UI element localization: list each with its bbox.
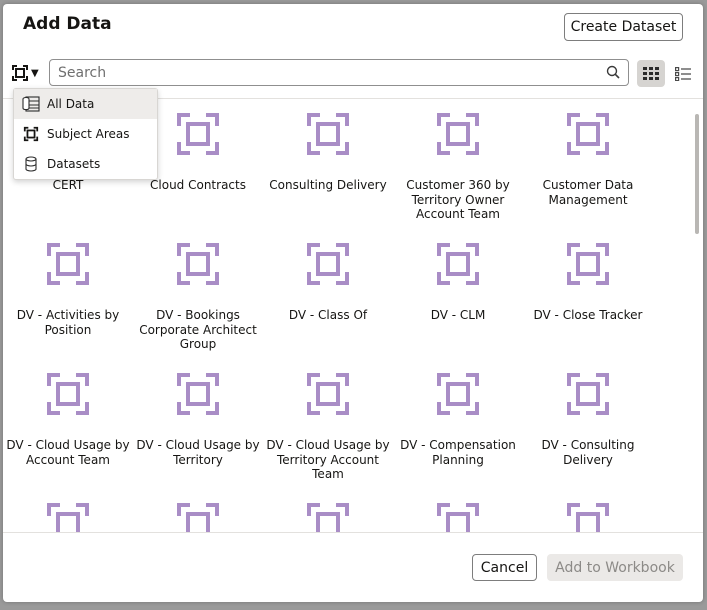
search-input[interactable]	[58, 63, 588, 83]
data-source-tile[interactable]	[263, 503, 393, 532]
data-source-tile[interactable]: Customer Data Management	[523, 113, 653, 207]
subject-area-icon	[133, 373, 263, 415]
tile-label: DV - Bookings Corporate Architect Group	[139, 308, 257, 351]
grid-icon	[643, 66, 659, 80]
tile-label: DV - Activities by Position	[16, 308, 120, 337]
subject-area-icon	[22, 126, 40, 142]
subject-area-icon	[523, 373, 653, 415]
subject-area-icon	[263, 113, 393, 155]
data-source-tile[interactable]: DV - Cloud Usage by Territory	[133, 373, 263, 467]
subject-area-icon	[523, 243, 653, 285]
list-view-button[interactable]	[669, 60, 697, 87]
menu-item-datasets[interactable]: Datasets	[14, 149, 157, 179]
tile-label: DV - Cloud Usage by Territory Account Te…	[266, 438, 390, 481]
all-data-icon	[22, 96, 40, 112]
subject-area-icon	[523, 113, 653, 155]
subject-area-icon	[133, 503, 263, 532]
data-source-tile[interactable]	[393, 503, 523, 532]
source-type-picker[interactable]: ▼	[11, 62, 45, 84]
create-dataset-button[interactable]: Create Dataset	[564, 13, 683, 41]
menu-item-label: Subject Areas	[47, 127, 130, 141]
data-source-tile[interactable]: DV - CLM	[393, 243, 523, 323]
list-icon	[675, 66, 691, 81]
subject-area-icon	[523, 503, 653, 532]
tile-label: Consulting Delivery	[269, 178, 387, 192]
search-field[interactable]	[49, 59, 629, 86]
tile-label: DV - Close Tracker	[533, 308, 643, 322]
cancel-button[interactable]: Cancel	[472, 554, 537, 581]
data-source-tile[interactable]: DV - Bookings Corporate Architect Group	[133, 243, 263, 352]
data-source-tile[interactable]: Consulting Delivery	[263, 113, 393, 193]
footer-divider	[3, 532, 703, 533]
subject-area-icon	[133, 243, 263, 285]
data-source-tile[interactable]	[133, 503, 263, 532]
menu-item-label: All Data	[47, 97, 95, 111]
subject-area-icon	[263, 243, 393, 285]
scrollbar-thumb[interactable]	[695, 114, 699, 234]
subject-area-icon	[393, 113, 523, 155]
grid-view-button[interactable]	[637, 60, 665, 87]
tile-label: DV - CLM	[430, 308, 486, 322]
data-source-tile[interactable]: DV - Consulting Delivery	[523, 373, 653, 467]
data-source-tile[interactable]: DV - Cloud Usage by Account Team	[3, 373, 133, 467]
subject-area-icon	[3, 243, 133, 285]
source-type-menu: All Data Subject Areas Datasets	[13, 88, 158, 180]
dialog-title: Add Data	[23, 14, 112, 34]
subject-area-icon	[393, 243, 523, 285]
add-data-dialog: Add Data Create Dataset ▼ Search CERT Cl…	[3, 4, 703, 602]
tile-label: DV - Class Of	[288, 308, 368, 322]
data-source-tile[interactable]: DV - Compensation Planning	[393, 373, 523, 467]
data-source-tile[interactable]: DV - Close Tracker	[523, 243, 653, 323]
data-source-tile[interactable]: Customer 360 by Territory Owner Account …	[393, 113, 523, 222]
menu-item-label: Datasets	[47, 157, 101, 171]
menu-item-all-data[interactable]: All Data	[14, 89, 157, 119]
tile-label: DV - Compensation Planning	[400, 438, 516, 467]
subject-area-icon	[263, 503, 393, 532]
data-source-tile[interactable]: DV - Class Of	[263, 243, 393, 323]
data-source-tile[interactable]: DV - Activities by Position	[3, 243, 133, 337]
subject-area-icon	[393, 503, 523, 532]
tile-label: DV - Cloud Usage by Account Team	[6, 438, 130, 467]
data-source-tile[interactable]	[3, 503, 133, 532]
tile-label: Cloud Contracts	[150, 178, 246, 192]
search-icon[interactable]	[606, 65, 620, 79]
data-source-tile[interactable]	[523, 503, 653, 532]
data-source-tile[interactable]: DV - Cloud Usage by Territory Account Te…	[263, 373, 393, 482]
subject-area-icon	[12, 65, 28, 81]
subject-area-icon	[3, 373, 133, 415]
subject-area-icon	[3, 503, 133, 532]
tile-label: Customer Data Management	[542, 178, 634, 207]
tile-label: DV - Consulting Delivery	[541, 438, 635, 467]
tile-label: Customer 360 by Territory Owner Account …	[406, 178, 510, 221]
dataset-icon	[22, 156, 40, 172]
menu-item-subject-areas[interactable]: Subject Areas	[14, 119, 157, 149]
subject-area-icon	[393, 373, 523, 415]
chevron-down-icon: ▼	[31, 67, 39, 79]
subject-area-icon	[263, 373, 393, 415]
tile-label: DV - Cloud Usage by Territory	[136, 438, 260, 467]
add-to-workbook-button[interactable]: Add to Workbook	[547, 554, 683, 581]
tile-label: CERT	[52, 178, 84, 192]
